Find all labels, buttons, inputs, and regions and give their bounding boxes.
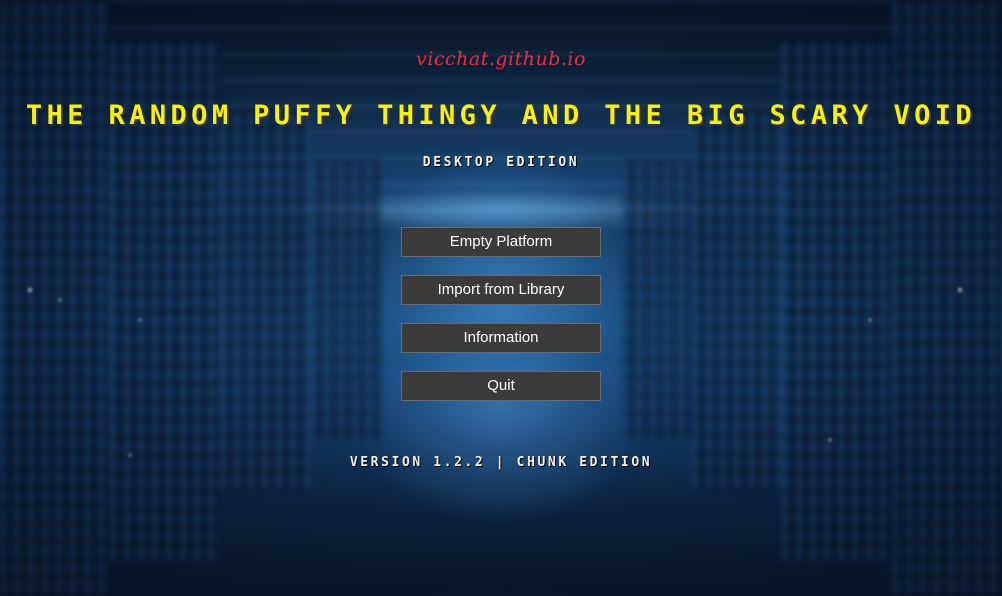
- information-button[interactable]: Information: [401, 323, 601, 353]
- quit-button[interactable]: Quit: [401, 371, 601, 401]
- site-link[interactable]: vicchat.github.io: [0, 48, 1002, 70]
- game-title: THE RANDOM PUFFY THINGY AND THE BIG SCAR…: [25, 100, 977, 131]
- edition-subtitle: DESKTOP EDITION: [422, 155, 580, 170]
- import-from-library-button[interactable]: Import from Library: [401, 275, 601, 305]
- version-label: VERSION 1.2.2 | CHUNK EDITION: [349, 455, 653, 470]
- empty-platform-button[interactable]: Empty Platform: [401, 227, 601, 257]
- main-menu-screen: vicchat.github.io THE RANDOM PUFFY THING…: [0, 0, 1002, 596]
